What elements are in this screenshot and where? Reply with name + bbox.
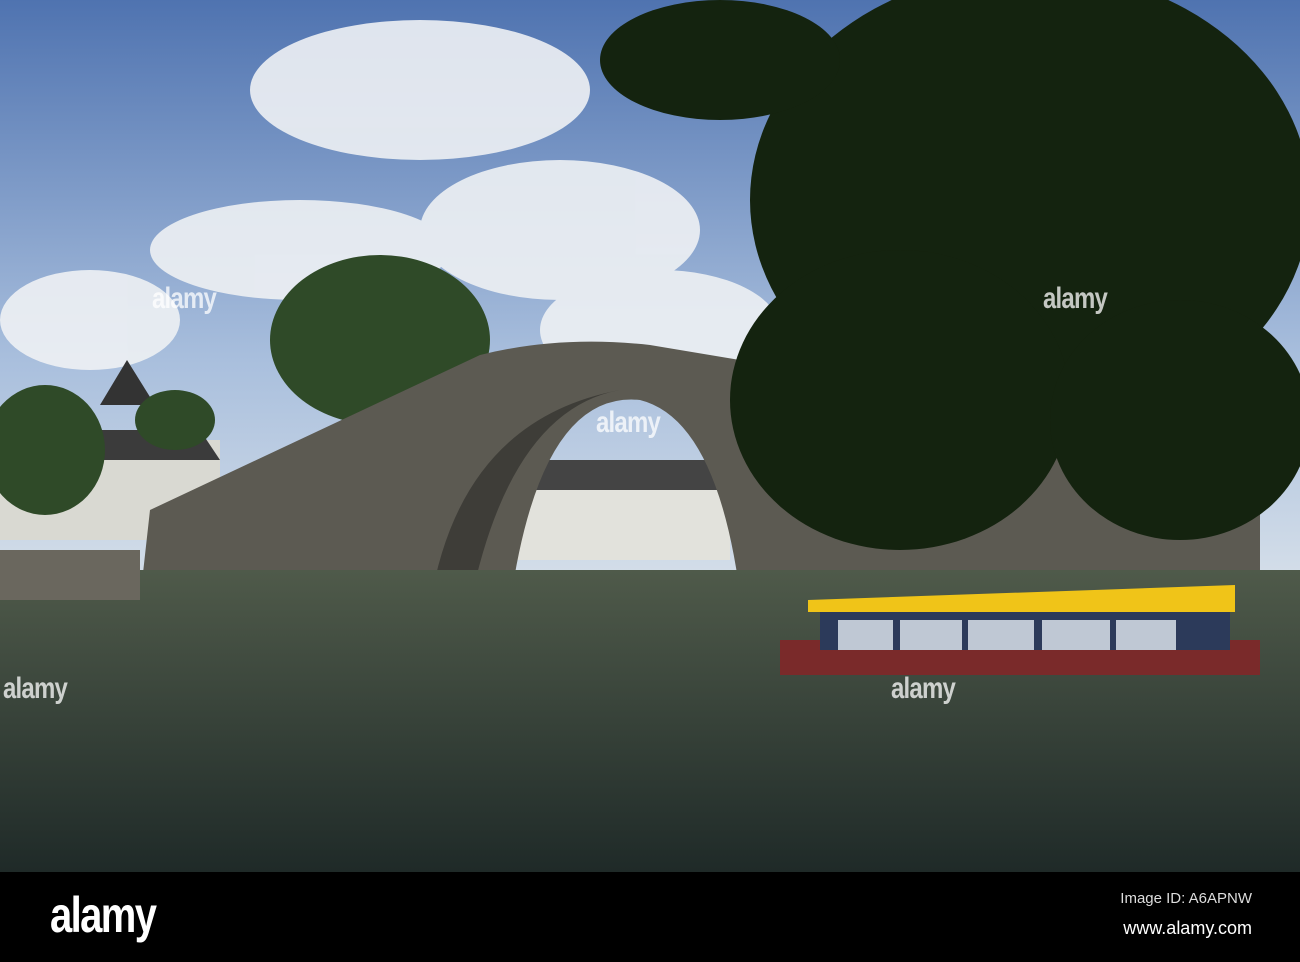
- watermark: alamy: [596, 406, 661, 439]
- footer-bar: alamy Image ID: A6APNW www.alamy.com: [0, 872, 1300, 962]
- watermark: alamy: [152, 282, 217, 315]
- tour-boat: [780, 585, 1260, 675]
- image-id: Image ID: A6APNW: [1120, 890, 1252, 907]
- watermark: alamy: [891, 672, 956, 705]
- watermark: alamy: [1043, 282, 1108, 315]
- left-bank: [0, 550, 140, 600]
- alamy-logo: alamy: [50, 887, 157, 943]
- watermark: alamy: [3, 672, 68, 705]
- site-url: www.alamy.com: [1123, 918, 1252, 938]
